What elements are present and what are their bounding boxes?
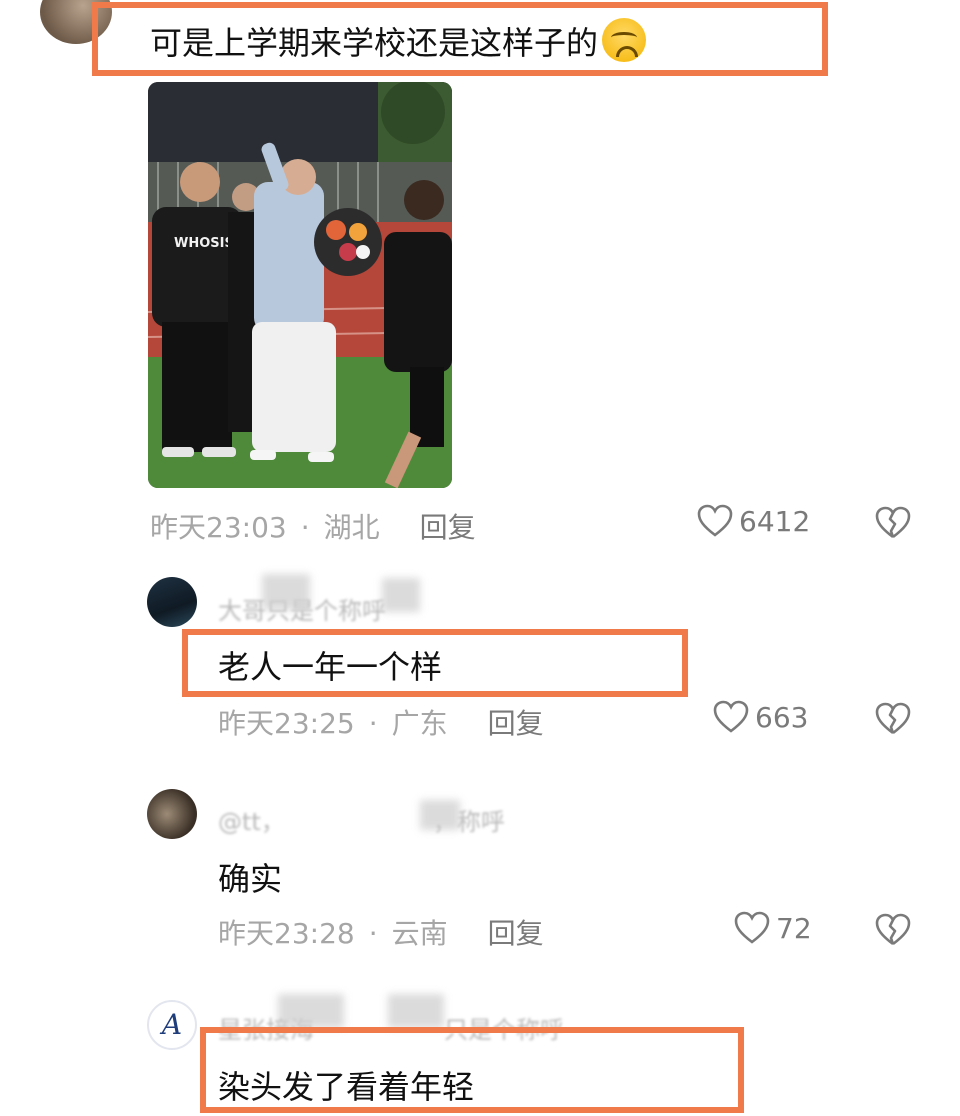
reply-button[interactable]: 回复 [420,511,476,544]
comment-location: 广东 [391,707,448,740]
reply-button[interactable]: 回复 [488,707,544,740]
commenter-avatar[interactable]: A [147,1000,197,1050]
username-redaction [382,578,420,612]
svg-text:WHOSIS: WHOSIS [174,236,234,251]
like-count: 6412 [739,504,811,538]
like-button[interactable]: 72 [734,911,812,945]
comment-meta: 昨天23:03 · 湖北 回复 [150,511,476,544]
like-count: 72 [776,911,812,945]
comment-text: 染头发了看着年轻 [218,1068,475,1106]
comment-meta: 昨天23:25 · 广东 回复 [218,707,544,740]
comment-location: 云南 [391,917,448,950]
username-redaction [420,800,460,830]
comment-photo[interactable]: WHOSIS [148,82,452,488]
broken-heart-icon[interactable] [875,702,911,736]
like-button[interactable]: 663 [713,700,808,734]
commenter-avatar[interactable] [147,789,197,839]
commenter-avatar[interactable] [147,577,197,627]
broken-heart-icon[interactable] [875,913,911,947]
comment-meta: 昨天23:28 · 云南 回复 [218,917,544,950]
comment-time: 昨天23:28 [218,917,355,950]
heart-icon [734,911,770,944]
like-button[interactable]: 6412 [697,504,810,538]
loudly-crying-face-icon [602,18,647,62]
username-redaction [278,994,344,1028]
username-redaction [388,994,444,1028]
comment-time: 昨天23:25 [218,707,355,740]
username-redaction [262,574,310,610]
comment-text: 确实 [218,860,283,898]
comment-username[interactable]: @tt， ，称呼 [218,802,505,837]
broken-heart-icon[interactable] [875,506,911,540]
heart-icon [697,504,733,537]
like-count: 663 [755,700,809,734]
reply-button[interactable]: 回复 [488,917,544,950]
comment-time: 昨天23:03 [150,511,287,544]
heart-icon [713,700,749,733]
comment-text: 老人一年一个样 [218,648,443,686]
comment-location: 湖北 [323,511,380,544]
comment-text: 可是上学期来学校还是这样子的 [150,18,647,64]
